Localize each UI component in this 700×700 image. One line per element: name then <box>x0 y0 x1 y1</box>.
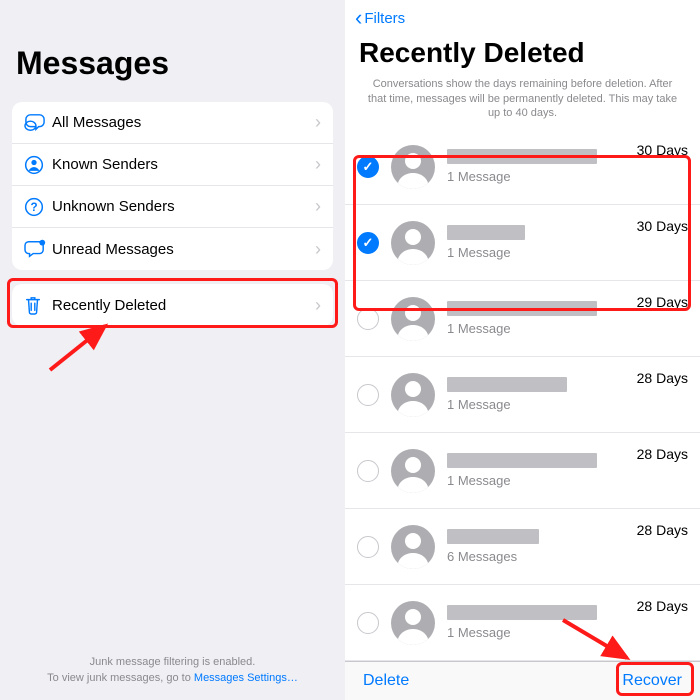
chevron-right-icon: › <box>315 112 321 133</box>
chat-bubbles-icon <box>24 113 52 133</box>
avatar <box>391 601 435 645</box>
filter-label: All Messages <box>52 114 315 131</box>
message-count: 1 Message <box>447 321 631 336</box>
conversation-row[interactable]: 1 Message 28 Days <box>345 357 700 433</box>
person-circle-icon <box>24 155 52 175</box>
filter-known-senders[interactable]: Known Senders › <box>12 144 333 186</box>
contact-name-redacted <box>447 149 597 164</box>
select-checkbox[interactable] <box>357 384 379 406</box>
avatar <box>391 221 435 265</box>
contact-name-redacted <box>447 225 525 240</box>
conversation-row[interactable]: 6 Messages 28 Days <box>345 509 700 585</box>
conversation-body: 1 Message <box>447 377 631 412</box>
avatar <box>391 525 435 569</box>
message-count: 1 Message <box>447 169 631 184</box>
select-checkbox[interactable] <box>357 460 379 482</box>
filter-unknown-senders[interactable]: ? Unknown Senders › <box>12 186 333 228</box>
select-checkbox[interactable] <box>357 612 379 634</box>
days-remaining: 30 Days <box>637 218 688 234</box>
avatar <box>391 145 435 189</box>
message-count: 1 Message <box>447 397 631 412</box>
contact-name-redacted <box>447 301 597 316</box>
contact-name-redacted <box>447 529 539 544</box>
select-checkbox[interactable] <box>357 308 379 330</box>
days-remaining: 28 Days <box>637 446 688 462</box>
contact-name-redacted <box>447 453 597 468</box>
message-count: 1 Message <box>447 625 631 640</box>
back-label: Filters <box>364 10 405 27</box>
back-button[interactable]: ‹ Filters <box>355 10 405 27</box>
filters-list: All Messages › Known Senders › ? Unknown… <box>12 102 333 270</box>
recently-deleted-card: Recently Deleted › <box>12 284 333 326</box>
filter-all-messages[interactable]: All Messages › <box>12 102 333 144</box>
page-title: Messages <box>0 45 345 92</box>
days-remaining: 28 Days <box>637 522 688 538</box>
conversation-body: 1 Message <box>447 149 631 184</box>
conversation-body: 6 Messages <box>447 529 631 564</box>
delete-button[interactable]: Delete <box>363 672 409 690</box>
message-count: 1 Message <box>447 473 631 488</box>
contact-name-redacted <box>447 377 567 392</box>
select-checkbox[interactable] <box>357 536 379 558</box>
contact-name-redacted <box>447 605 597 620</box>
conversation-row[interactable]: 1 Message 28 Days <box>345 433 700 509</box>
conversation-row[interactable]: 1 Message 30 Days <box>345 129 700 205</box>
filter-label: Known Senders <box>52 156 315 173</box>
chevron-right-icon: › <box>315 239 321 260</box>
messages-filter-screen: Messages All Messages › Known Senders › … <box>0 0 345 700</box>
days-remaining: 29 Days <box>637 294 688 310</box>
select-checkbox[interactable] <box>357 156 379 178</box>
chevron-right-icon: › <box>315 295 321 316</box>
person-question-icon: ? <box>24 197 52 217</box>
avatar <box>391 449 435 493</box>
filter-unread-messages[interactable]: Unread Messages › <box>12 228 333 270</box>
days-remaining: 28 Days <box>637 370 688 386</box>
filter-recently-deleted[interactable]: Recently Deleted › <box>12 284 333 326</box>
filter-label: Unknown Senders <box>52 198 315 215</box>
message-count: 1 Message <box>447 245 631 260</box>
page-title: Recently Deleted <box>345 37 700 77</box>
conversation-body: 1 Message <box>447 605 631 640</box>
days-remaining: 30 Days <box>637 142 688 158</box>
bottom-toolbar: Delete Recover <box>345 661 700 700</box>
conversation-row[interactable]: 1 Message 30 Days <box>345 205 700 281</box>
nav-bar: ‹ Filters <box>345 0 700 37</box>
recently-deleted-screen: ‹ Filters Recently Deleted Conversations… <box>345 0 700 700</box>
trash-icon <box>24 295 52 315</box>
conversation-body: 1 Message <box>447 225 631 260</box>
conversation-row[interactable]: 1 Message 28 Days <box>345 585 700 661</box>
avatar <box>391 297 435 341</box>
chat-dot-icon <box>24 239 52 259</box>
help-text: Conversations show the days remaining be… <box>345 77 700 130</box>
recover-button[interactable]: Recover <box>622 672 682 690</box>
chevron-right-icon: › <box>315 154 321 175</box>
days-remaining: 28 Days <box>637 598 688 614</box>
conversation-list: 1 Message30 Days1 Message30 Days1 Messag… <box>345 129 700 661</box>
conversation-row[interactable]: 1 Message 29 Days <box>345 281 700 357</box>
avatar <box>391 373 435 417</box>
svg-text:?: ? <box>30 201 37 214</box>
conversation-body: 1 Message <box>447 301 631 336</box>
filter-label: Recently Deleted <box>52 297 315 314</box>
message-count: 6 Messages <box>447 549 631 564</box>
filter-label: Unread Messages <box>52 241 315 258</box>
chevron-right-icon: › <box>315 196 321 217</box>
messages-settings-link[interactable]: Messages Settings… <box>194 672 298 684</box>
footer-note: Junk message filtering is enabled. To vi… <box>0 655 345 686</box>
conversation-body: 1 Message <box>447 453 631 488</box>
annotation-arrow <box>40 320 130 380</box>
select-checkbox[interactable] <box>357 232 379 254</box>
